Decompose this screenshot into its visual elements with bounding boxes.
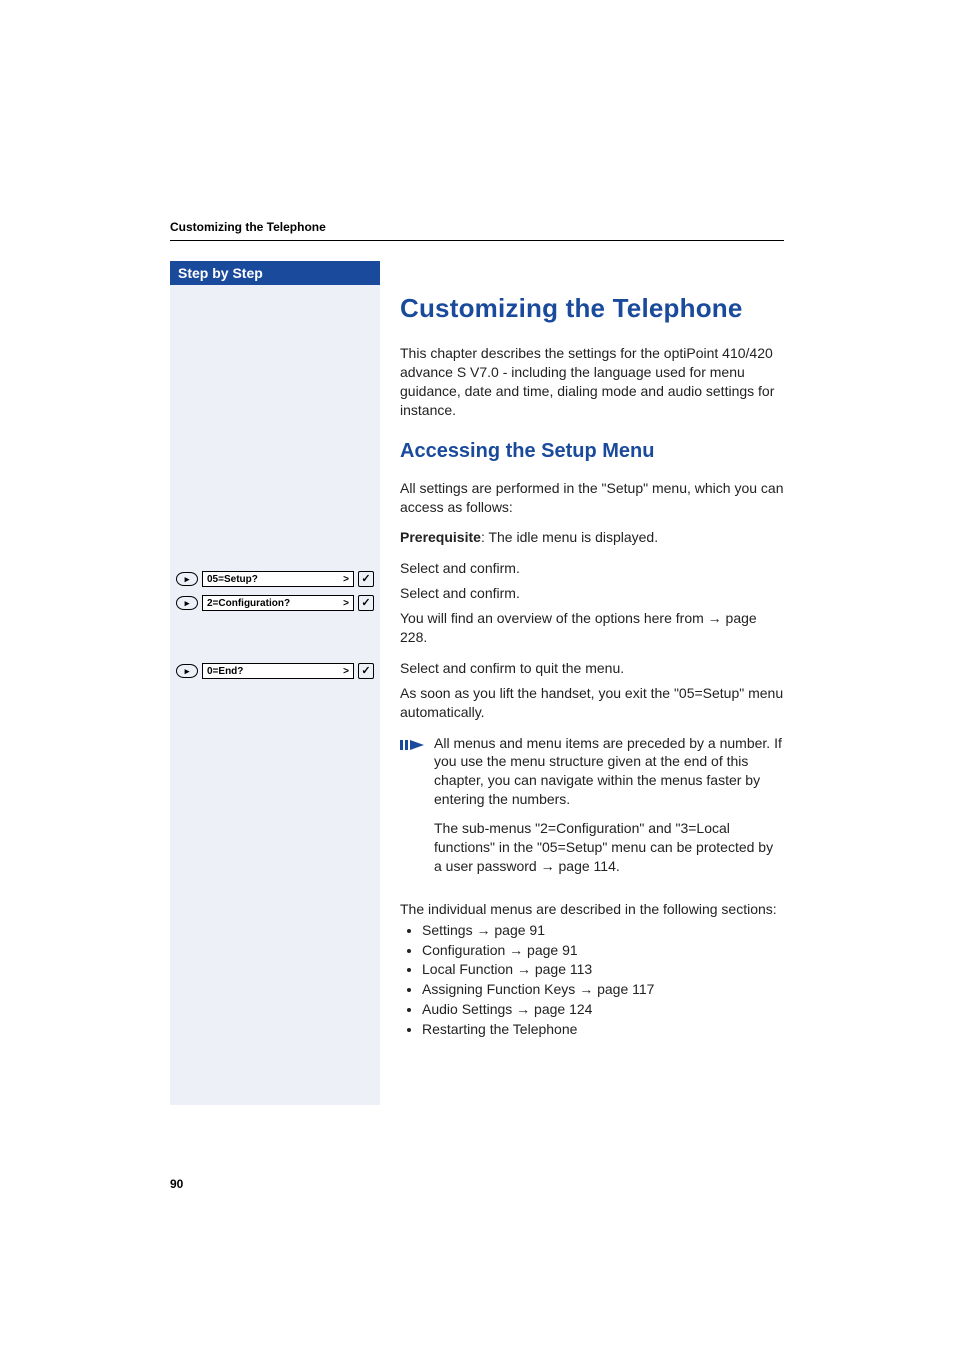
page: Customizing the Telephone Step by Step ▸… bbox=[0, 0, 954, 1351]
confirm-key-icon: ✓ bbox=[358, 571, 374, 587]
left-column: Step by Step ▸ 05=Setup? > ✓ ▸ 2=Configu… bbox=[170, 261, 380, 1105]
list-item-ref: page 91 bbox=[523, 942, 578, 958]
lcd-text: 05=Setup? bbox=[207, 574, 258, 585]
columns: Step by Step ▸ 05=Setup? > ✓ ▸ 2=Configu… bbox=[170, 261, 784, 1105]
arrow-icon: → bbox=[516, 1001, 530, 1017]
nav-key-icon: ▸ bbox=[176, 596, 198, 610]
list-item-ref: page 117 bbox=[593, 981, 654, 997]
confirm-key-icon: ✓ bbox=[358, 663, 374, 679]
arrow-icon: → bbox=[708, 610, 722, 626]
arrow-icon: → bbox=[517, 961, 531, 977]
lcd-text: 0=End? bbox=[207, 666, 243, 677]
list-item-text: Local Function bbox=[422, 961, 517, 977]
sections-intro: The individual menus are described in th… bbox=[400, 900, 784, 919]
step-instruction: Select and confirm. bbox=[400, 559, 784, 578]
list-item: Local Function → page 113 bbox=[422, 960, 784, 979]
step-row-setup: ▸ 05=Setup? > ✓ bbox=[176, 571, 374, 587]
overview-paragraph: You will find an overview of the options… bbox=[400, 609, 784, 647]
page-number: 90 bbox=[170, 1177, 183, 1191]
spacer bbox=[176, 293, 374, 571]
step-row-end: ▸ 0=End? > ✓ bbox=[176, 663, 374, 679]
step-instruction: Select and confirm to quit the menu. bbox=[400, 659, 784, 678]
list-item-ref: page 91 bbox=[490, 922, 545, 938]
nav-key-icon: ▸ bbox=[176, 664, 198, 678]
confirm-key-icon: ✓ bbox=[358, 595, 374, 611]
lcd-display: 0=End? > bbox=[202, 663, 354, 679]
arrow-icon: → bbox=[541, 858, 555, 874]
access-paragraph: All settings are performed in the "Setup… bbox=[400, 479, 784, 517]
list-item-ref: page 124 bbox=[530, 1001, 592, 1017]
note-icon bbox=[400, 734, 424, 886]
spacer bbox=[176, 619, 374, 663]
note-callout: All menus and menu items are preceded by… bbox=[400, 734, 784, 886]
overview-text: You will find an overview of the options… bbox=[400, 610, 708, 626]
right-column: Customizing the Telephone This chapter d… bbox=[380, 261, 784, 1105]
exit-paragraph: As soon as you lift the handset, you exi… bbox=[400, 684, 784, 722]
header-rule bbox=[170, 240, 784, 241]
arrow-icon: → bbox=[579, 981, 593, 997]
step-row-configuration: ▸ 2=Configuration? > ✓ bbox=[176, 595, 374, 611]
list-item: Audio Settings → page 124 bbox=[422, 1000, 784, 1019]
lcd-more-indicator: > bbox=[343, 574, 349, 585]
step-by-step-header: Step by Step bbox=[170, 261, 380, 285]
list-item: Assigning Function Keys → page 117 bbox=[422, 980, 784, 999]
arrow-icon: → bbox=[509, 942, 523, 958]
lcd-more-indicator: > bbox=[343, 598, 349, 609]
list-item: Configuration → page 91 bbox=[422, 941, 784, 960]
step-instruction: Select and confirm. bbox=[400, 584, 784, 603]
left-body: ▸ 05=Setup? > ✓ ▸ 2=Configuration? > ✓ bbox=[170, 285, 380, 1105]
note-paragraph: The sub-menus "2=Configuration" and "3=L… bbox=[434, 819, 784, 876]
sections-list: Settings → page 91 Configuration → page … bbox=[400, 921, 784, 1039]
lcd-text: 2=Configuration? bbox=[207, 598, 290, 609]
note-page-ref: page 114. bbox=[555, 858, 620, 874]
list-item: Restarting the Telephone bbox=[422, 1020, 784, 1039]
nav-key-icon: ▸ bbox=[176, 572, 198, 586]
lcd-display: 05=Setup? > bbox=[202, 571, 354, 587]
list-item-text: Audio Settings bbox=[422, 1001, 516, 1017]
running-header: Customizing the Telephone bbox=[170, 220, 784, 234]
prerequisite-label: Prerequisite bbox=[400, 529, 481, 545]
note-body: All menus and menu items are preceded by… bbox=[434, 734, 784, 886]
list-item-ref: page 113 bbox=[531, 961, 592, 977]
list-item-text: Restarting the Telephone bbox=[422, 1021, 577, 1037]
lcd-display: 2=Configuration? > bbox=[202, 595, 354, 611]
section-heading: Accessing the Setup Menu bbox=[400, 438, 784, 465]
arrow-icon: → bbox=[476, 922, 490, 938]
list-item: Settings → page 91 bbox=[422, 921, 784, 940]
intro-paragraph: This chapter describes the settings for … bbox=[400, 344, 784, 420]
list-item-text: Settings bbox=[422, 922, 476, 938]
prerequisite-line: Prerequisite: The idle menu is displayed… bbox=[400, 528, 784, 547]
note-paragraph: All menus and menu items are preceded by… bbox=[434, 734, 784, 810]
lcd-more-indicator: > bbox=[343, 666, 349, 677]
prerequisite-text: : The idle menu is displayed. bbox=[481, 529, 658, 545]
list-item-text: Assigning Function Keys bbox=[422, 981, 579, 997]
list-item-text: Configuration bbox=[422, 942, 509, 958]
page-title: Customizing the Telephone bbox=[400, 291, 784, 326]
